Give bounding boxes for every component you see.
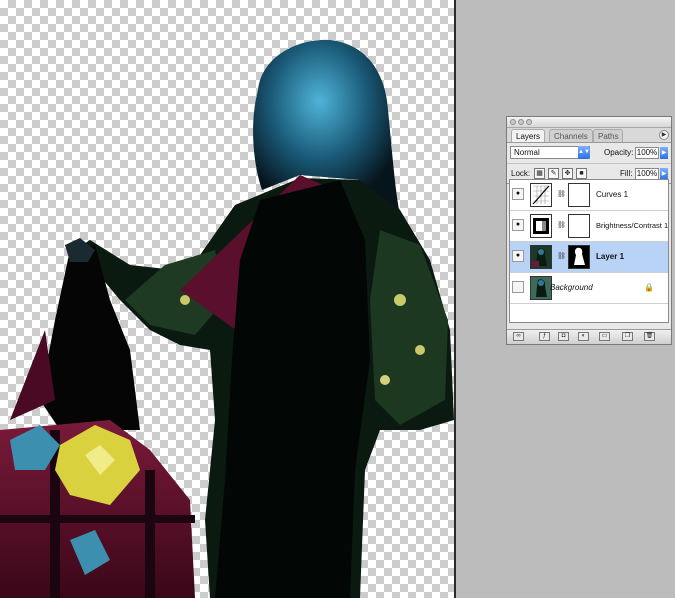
eye-icon[interactable]: ● bbox=[512, 188, 524, 200]
layer-row-background[interactable]: ● Background 🔒 bbox=[510, 273, 668, 304]
blend-mode-value: Normal bbox=[514, 148, 540, 157]
layer-row-brightness-contrast[interactable]: ● ⛓ Brightness/Contrast 1 bbox=[510, 211, 668, 242]
lock-image-icon[interactable]: ✎ bbox=[548, 168, 559, 179]
lock-label: Lock: bbox=[511, 169, 531, 178]
new-layer-icon[interactable]: ❐ bbox=[622, 332, 633, 341]
palette-tabs: Layers Channels Paths ▶ bbox=[507, 128, 671, 143]
layer-name[interactable]: Brightness/Contrast 1 bbox=[596, 221, 668, 230]
layer-thumbnail bbox=[530, 245, 552, 269]
fill-label: Fill: bbox=[620, 169, 633, 178]
document-canvas[interactable] bbox=[0, 0, 454, 598]
eye-icon[interactable]: ● bbox=[512, 250, 524, 262]
palette-titlebar[interactable] bbox=[507, 117, 671, 128]
layer-name[interactable]: Curves 1 bbox=[596, 190, 628, 199]
layer-row-curves[interactable]: ● ⛓ Curves 1 bbox=[510, 180, 668, 211]
zoom-icon[interactable] bbox=[526, 119, 532, 125]
lock-all-icon[interactable]: ■ bbox=[576, 168, 587, 179]
layer-name[interactable]: Background bbox=[550, 283, 593, 292]
layers-palette[interactable]: Layers Channels Paths ▶ Normal ▲▼ Opacit… bbox=[506, 116, 672, 345]
eye-icon[interactable]: ● bbox=[512, 281, 524, 293]
adjustment-layer-icon[interactable]: ◐ bbox=[578, 332, 589, 341]
tab-channels[interactable]: Channels bbox=[549, 129, 593, 142]
layer-mask-thumbnail[interactable] bbox=[568, 214, 590, 238]
opacity-slider-icon[interactable]: ▶ bbox=[660, 147, 668, 159]
curves-adjustment-icon bbox=[530, 183, 552, 207]
brightness-contrast-icon bbox=[530, 214, 552, 238]
artwork bbox=[0, 39, 454, 598]
palette-menu-icon[interactable]: ▶ bbox=[659, 130, 669, 140]
link-layers-icon[interactable]: ∞ bbox=[513, 332, 524, 341]
layer-thumbnail bbox=[530, 276, 552, 300]
add-mask-icon[interactable]: ◘ bbox=[558, 332, 569, 341]
lock-position-icon[interactable]: ✥ bbox=[562, 168, 573, 179]
tab-layers[interactable]: Layers bbox=[511, 129, 546, 142]
chevron-down-icon: ▲▼ bbox=[578, 146, 590, 159]
close-icon[interactable] bbox=[510, 119, 516, 125]
palette-bottom-bar: ∞ ƒ ◘ ◐ ▭ ❐ 🗑 bbox=[507, 329, 671, 344]
opacity-label: Opacity: bbox=[604, 148, 634, 157]
tab-paths[interactable]: Paths bbox=[593, 129, 624, 142]
link-icon[interactable]: ⛓ bbox=[557, 221, 566, 229]
blend-row: Normal ▲▼ Opacity: 100% ▶ bbox=[507, 143, 671, 163]
link-icon[interactable]: ⛓ bbox=[557, 190, 566, 198]
layer-name[interactable]: Layer 1 bbox=[596, 252, 624, 261]
minimize-icon[interactable] bbox=[518, 119, 524, 125]
layer-mask-thumbnail[interactable] bbox=[568, 245, 590, 269]
opacity-field[interactable]: 100% bbox=[635, 147, 659, 159]
layer-mask-thumbnail[interactable] bbox=[568, 183, 590, 207]
lock-transparency-icon[interactable]: ▦ bbox=[534, 168, 545, 179]
layers-list[interactable]: ● ⛓ Curves 1 ● ⛓ Brightness/Contrast 1 ●… bbox=[509, 179, 669, 323]
lock-icon: 🔒 bbox=[644, 283, 654, 292]
link-icon[interactable]: ⛓ bbox=[557, 252, 566, 260]
layer-row-layer-1[interactable]: ● ⛓ Layer 1 bbox=[510, 242, 668, 273]
blend-mode-select[interactable]: Normal ▲▼ bbox=[510, 146, 590, 159]
eye-icon[interactable]: ● bbox=[512, 219, 524, 231]
layer-style-icon[interactable]: ƒ bbox=[539, 332, 550, 341]
trash-icon[interactable]: 🗑 bbox=[644, 332, 655, 341]
new-group-icon[interactable]: ▭ bbox=[599, 332, 610, 341]
